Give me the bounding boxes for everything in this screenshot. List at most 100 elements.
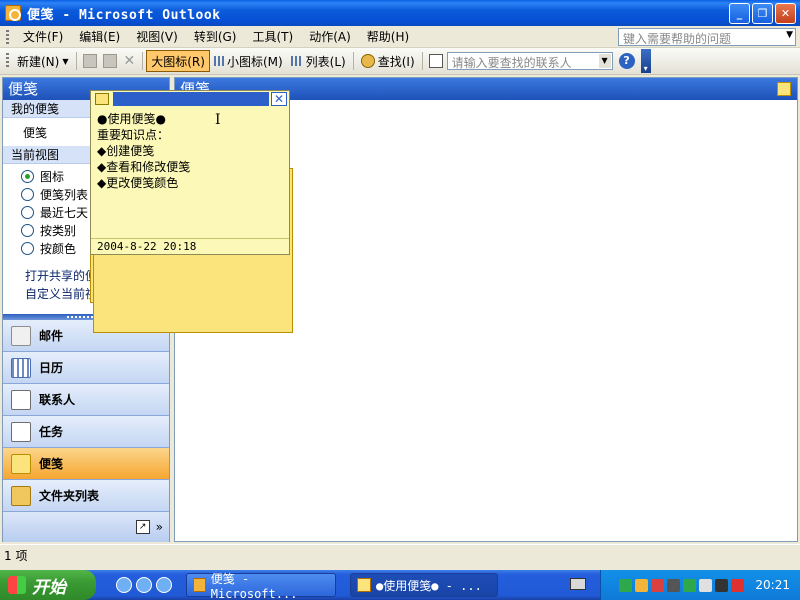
note-window[interactable]: ✕ ●使用便笺● 重要知识点： ◆创建便笺 ◆查看和修改便笺 ◆更改便笺颜色 2… xyxy=(90,90,290,255)
menu-edit[interactable]: 编辑(E) xyxy=(71,28,128,45)
find-label: 查找(I) xyxy=(377,54,415,69)
help-question-input[interactable]: 键入需要帮助的问题 ▼ xyxy=(618,28,796,46)
note-text[interactable]: ●使用便笺● 重要知识点： ◆创建便笺 ◆查看和修改便笺 ◆更改便笺颜色 xyxy=(91,107,289,195)
small-icons-icon xyxy=(213,56,224,66)
tray-icon[interactable] xyxy=(715,578,729,592)
configure-buttons-icon[interactable]: » xyxy=(156,520,163,534)
task-label: 便笺 - Microsoft... xyxy=(210,571,298,600)
keyboard-icon[interactable] xyxy=(570,578,586,590)
contacts-icon xyxy=(11,389,31,410)
small-icons-button[interactable]: 小图标(M) xyxy=(210,50,287,72)
radio-icon[interactable] xyxy=(21,187,34,201)
nav-pane-footer: ↗ » xyxy=(3,512,169,542)
taskbar-item-note[interactable]: ●使用便笺● - ... xyxy=(350,573,498,597)
close-button[interactable]: ✕ xyxy=(775,3,796,24)
start-label: 开始 xyxy=(32,577,66,598)
move-icon[interactable] xyxy=(102,54,117,68)
menu-view[interactable]: 视图(V) xyxy=(128,28,186,45)
menu-actions[interactable]: 动作(A) xyxy=(301,28,359,45)
standard-toolbar: 新建(N) ▼ ✕ 大图标(R) 小图标(M) 列表(L) 查找(I) 请输入要… xyxy=(0,48,800,303)
internet-explorer-icon[interactable] xyxy=(136,577,152,593)
list-button[interactable]: 列表(L) xyxy=(287,50,350,72)
show-desktop-icon[interactable] xyxy=(156,577,172,593)
media-player-icon[interactable] xyxy=(116,577,132,593)
menu-tools[interactable]: 工具(T) xyxy=(244,28,301,45)
mail-icon xyxy=(11,325,31,346)
large-icons-label: 大图标(R) xyxy=(151,54,205,69)
note-line: ◆更改便笺颜色 xyxy=(97,176,179,190)
outlook-app-icon[interactable] xyxy=(5,5,21,21)
nav-button-label: 便笺 xyxy=(39,457,64,471)
view-option-label: 图标 xyxy=(40,169,65,184)
tray-icon[interactable] xyxy=(667,578,681,592)
tray-icon[interactable] xyxy=(699,578,713,592)
nav-button-folder-list[interactable]: 文件夹列表 xyxy=(3,480,169,512)
taskbar: 开始 便笺 - Microsoft... ●使用便笺● - ... 20:21 xyxy=(0,570,800,600)
nav-buttons: 邮件 日历 联系人 任务 便笺 文件夹列表 ↗ » xyxy=(3,320,169,542)
menubar-grip[interactable] xyxy=(6,29,9,44)
radio-icon[interactable] xyxy=(21,241,34,255)
print-icon[interactable] xyxy=(82,54,97,68)
chevron-down-icon[interactable]: ▼ xyxy=(786,30,793,40)
toolbar-separator xyxy=(75,52,77,70)
taskbar-item-outlook[interactable]: 便笺 - Microsoft... xyxy=(186,571,336,600)
find-contact-input[interactable]: 请输入要查找的联系人 ▼ xyxy=(446,52,613,70)
quick-launch xyxy=(116,577,172,593)
tray-icon[interactable] xyxy=(731,578,745,592)
item-count: 1 项 xyxy=(4,549,28,563)
new-button[interactable]: 新建(N) ▼ xyxy=(13,50,290,303)
toolbar-separator xyxy=(421,52,423,70)
tasks-icon xyxy=(11,421,31,442)
nav-button-contacts[interactable]: 联系人 xyxy=(3,384,169,416)
task-label: ●使用便笺● - ... xyxy=(376,578,482,593)
menu-go[interactable]: 转到(G) xyxy=(186,28,245,45)
small-icons-label: 小图标(M) xyxy=(226,54,283,69)
restore-button[interactable]: ❐ xyxy=(752,3,773,24)
radio-selected-icon[interactable] xyxy=(21,169,34,183)
status-bar: 1 项 xyxy=(0,544,800,568)
address-book-icon[interactable] xyxy=(428,54,443,68)
folder-icon xyxy=(11,485,31,506)
toolbar-separator xyxy=(142,52,144,70)
note-menu-icon[interactable] xyxy=(95,93,109,105)
radio-icon[interactable] xyxy=(21,205,34,219)
chevron-down-icon[interactable]: ▼ xyxy=(598,54,611,68)
nav-button-label: 日历 xyxy=(39,361,64,375)
large-icons-button[interactable]: 大图标(R) xyxy=(90,50,210,150)
view-option-label: 最近七天 xyxy=(40,205,89,220)
view-option-label: 便笺列表 xyxy=(40,187,89,202)
clock: 20:21 xyxy=(755,578,790,592)
list-label: 列表(L) xyxy=(305,54,346,69)
note-title-selection[interactable] xyxy=(113,92,269,106)
shortcut-arrow-icon[interactable]: ↗ xyxy=(135,520,150,534)
note-task-icon xyxy=(357,578,371,592)
nav-button-calendar[interactable]: 日历 xyxy=(3,352,169,384)
radio-icon[interactable] xyxy=(21,223,34,237)
nav-button-notes[interactable]: 便笺 xyxy=(3,448,169,480)
toolbar-options-icon[interactable]: ▾ xyxy=(640,49,651,73)
tray-icon[interactable] xyxy=(651,578,665,592)
list-icon xyxy=(290,56,303,66)
chevron-down-icon[interactable]: ▼ xyxy=(62,57,68,66)
find-icon xyxy=(360,54,375,68)
tray-icon[interactable] xyxy=(635,578,649,592)
note-line: ●使用便笺● xyxy=(97,112,166,126)
tray-icon[interactable] xyxy=(619,578,633,592)
view-option-label: 按类别 xyxy=(40,223,77,238)
minimize-button[interactable]: _ xyxy=(729,3,750,24)
menu-file[interactable]: 文件(F) xyxy=(15,28,71,45)
start-button[interactable]: 开始 xyxy=(0,570,96,600)
help-icon[interactable]: ? xyxy=(618,53,635,69)
delete-icon[interactable]: ✕ xyxy=(124,53,136,69)
note-close-icon[interactable]: ✕ xyxy=(271,92,287,106)
outlook-task-icon xyxy=(193,578,206,592)
nav-button-tasks[interactable]: 任务 xyxy=(3,416,169,448)
note-title-bar[interactable]: ✕ xyxy=(91,91,289,107)
toolbar-grip[interactable] xyxy=(6,53,9,69)
tray-icon[interactable] xyxy=(683,578,697,592)
find-button[interactable]: 查找(I) xyxy=(357,50,419,72)
notes-folder-label: 便笺 xyxy=(23,125,48,140)
menu-help[interactable]: 帮助(H) xyxy=(359,28,417,45)
text-cursor-icon: I xyxy=(215,112,221,128)
calendar-icon xyxy=(11,357,31,378)
